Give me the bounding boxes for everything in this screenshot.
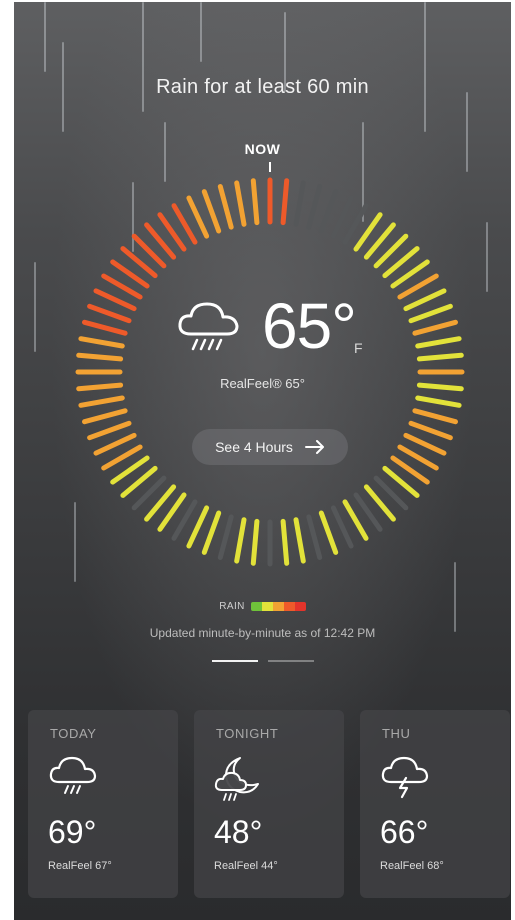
page-dot-2[interactable] [267, 660, 314, 662]
rain-legend: RAIN [14, 601, 511, 612]
minute-tick [76, 352, 124, 362]
minute-tick [250, 518, 260, 566]
minute-tick [415, 395, 462, 408]
forecast-card-today[interactable]: TODAY 69° RealFeel 67° [28, 710, 178, 898]
forecast-label: THU [382, 726, 411, 741]
minute-tick [408, 303, 453, 324]
rain-cloud-icon [178, 302, 239, 351]
legend-swatch-2 [261, 602, 273, 611]
forecast-temp: 66° [380, 814, 429, 850]
minute-tick [87, 420, 132, 441]
minute-tick [217, 514, 234, 560]
forecast-label: TONIGHT [216, 726, 279, 741]
updated-timestamp: Updated minute-by-minute as of 12:42 PM [149, 626, 376, 640]
night-rain-icon [214, 757, 259, 801]
see-hours-button[interactable]: See 4 Hours [192, 429, 348, 465]
arrow-right-icon [304, 440, 324, 454]
minute-tick [280, 518, 290, 566]
forecast-card-tonight[interactable]: TONIGHT 48° RealFeel 44° [194, 710, 344, 898]
minute-tick [234, 517, 247, 564]
forecast-realfeel: RealFeel 67° [48, 860, 112, 872]
minute-tick [87, 303, 132, 324]
minute-tick [416, 352, 464, 362]
minute-tick [330, 505, 354, 549]
minute-tick [201, 510, 222, 555]
forecast-temp: 48° [214, 814, 263, 850]
legend-swatch-3 [272, 602, 284, 611]
minute-tick [93, 288, 137, 312]
minute-tick [201, 189, 222, 234]
forecast-label: TODAY [50, 726, 97, 741]
minute-tick [293, 517, 306, 564]
minute-tick [280, 178, 290, 226]
minute-tick [306, 184, 323, 230]
forecast-temp: 69° [48, 814, 97, 850]
minute-tick [293, 180, 306, 227]
minute-tick [403, 288, 447, 312]
minute-tick [403, 432, 447, 456]
minute-tick [415, 336, 462, 349]
app-screen: Rain for at least 60 min NOW 65° F RealF… [14, 2, 511, 920]
minute-tick [82, 408, 128, 425]
minute-tick [330, 195, 354, 239]
minute-tick [186, 505, 210, 549]
minute-tick [217, 184, 234, 230]
minute-tick [250, 178, 260, 226]
forecast-card-thu[interactable]: THU 66° RealFeel 68° [360, 710, 510, 898]
minute-tick [412, 408, 458, 425]
legend-color-scale [250, 602, 306, 611]
current-realfeel: RealFeel® 65° [220, 376, 305, 391]
thunderstorm-icon [381, 756, 429, 799]
minute-tick [78, 336, 125, 349]
minute-tick [408, 420, 453, 441]
minute-tick [318, 189, 339, 234]
forecast-realfeel: RealFeel 68° [380, 860, 444, 872]
minute-tick [306, 514, 323, 560]
forecast-realfeel: RealFeel 44° [214, 860, 278, 872]
minute-tick [412, 319, 458, 336]
current-temperature: 65° [262, 290, 357, 362]
page-indicator [14, 660, 511, 662]
page-dot-1[interactable] [211, 660, 258, 662]
minute-tick [93, 432, 137, 456]
minute-tick [82, 319, 128, 336]
minute-tick [318, 510, 339, 555]
legend-swatch-4 [283, 602, 295, 611]
minute-tick [234, 180, 247, 227]
temperature-unit: F [354, 340, 363, 356]
legend-label: RAIN [219, 601, 245, 612]
legend-swatch-1 [250, 602, 262, 611]
rain-cloud-icon [49, 756, 97, 794]
minute-tick [186, 195, 210, 239]
legend-swatch-5 [294, 602, 306, 611]
minute-tick [78, 395, 125, 408]
now-label: NOW [244, 141, 281, 157]
see-hours-label: See 4 Hours [215, 439, 293, 455]
